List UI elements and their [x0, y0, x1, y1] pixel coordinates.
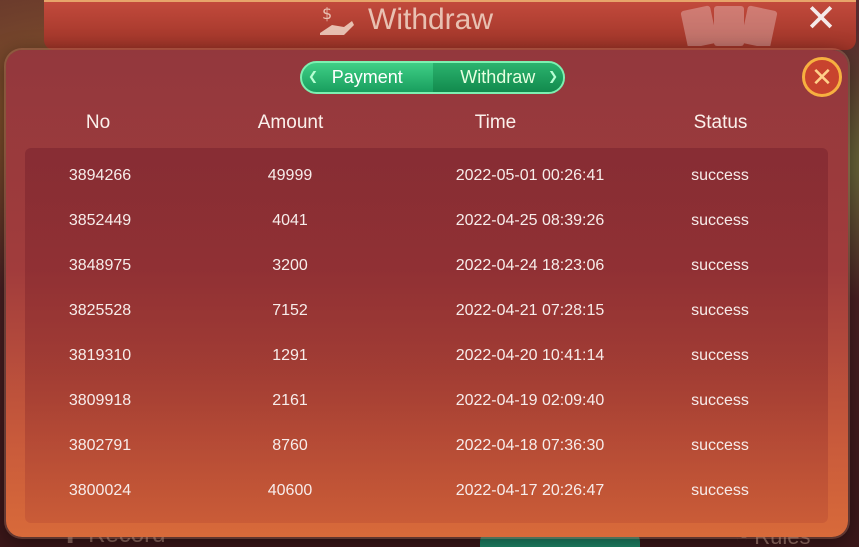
chevron-left-icon: ❮	[308, 69, 319, 83]
cell-status: success	[691, 392, 749, 409]
cell-no: 3825528	[68, 302, 132, 319]
cards-decoration-icon	[674, 2, 794, 49]
svg-text:$: $	[322, 4, 332, 23]
cell-time: 2022-04-24 18:23:06	[455, 257, 605, 274]
cell-status: success	[691, 257, 749, 274]
cell-status: success	[691, 302, 749, 319]
column-header-status: Status	[693, 112, 748, 133]
cell-no: 3802791	[68, 437, 132, 454]
close-circle-icon[interactable]: ✕	[802, 57, 842, 97]
cell-status: success	[691, 167, 749, 184]
cell-amount: 2161	[272, 392, 308, 409]
table-row: 3894266 49999 2022-05-01 00:26:41 succes…	[25, 153, 828, 198]
table-header: No Amount Time Status	[28, 112, 828, 142]
cell-status: success	[691, 347, 749, 364]
cell-amount: 8760	[272, 437, 308, 454]
cell-no: 3819310	[68, 347, 132, 364]
cell-amount: 3200	[272, 257, 308, 274]
cell-status: success	[691, 212, 749, 229]
background-title: $ Withdraw	[318, 0, 493, 40]
cell-amount: 40600	[267, 482, 313, 499]
tab-switch: Payment Withdraw	[300, 61, 565, 94]
table-row: 3802791 8760 2022-04-18 07:36:30 success	[25, 423, 828, 468]
cell-no: 3809918	[68, 392, 132, 409]
cell-time: 2022-04-19 02:09:40	[455, 392, 605, 409]
records-table[interactable]: 3894266 49999 2022-05-01 00:26:41 succes…	[25, 148, 828, 523]
background-title-text: Withdraw	[368, 3, 494, 36]
cell-no: 3800024	[68, 482, 132, 499]
close-x-icon[interactable]: ✕	[800, 0, 842, 40]
cell-time: 2022-04-17 20:26:47	[455, 482, 605, 499]
cell-no: 3894266	[68, 167, 132, 184]
column-header-amount: Amount	[257, 112, 324, 133]
cell-amount: 4041	[272, 212, 308, 229]
cell-no: 3848975	[68, 257, 132, 274]
table-row: 3809918 2161 2022-04-19 02:09:40 success	[25, 378, 828, 423]
money-hand-icon: $	[318, 3, 356, 37]
cell-amount: 7152	[272, 302, 308, 319]
tab-withdraw[interactable]: Withdraw	[432, 63, 563, 92]
table-row: 3800024 40600 2022-04-17 20:26:47 succes…	[25, 468, 828, 513]
cell-amount: 49999	[267, 167, 313, 184]
cell-amount: 1291	[272, 347, 308, 364]
tab-payment[interactable]: Payment	[302, 63, 433, 92]
table-row: 3825528 7152 2022-04-21 07:28:15 success	[25, 288, 828, 333]
table-row: 3819310 1291 2022-04-20 10:41:14 success	[25, 333, 828, 378]
cell-no: 3852449	[68, 212, 132, 229]
cell-status: success	[691, 437, 749, 454]
table-row: 3852449 4041 2022-04-25 08:39:26 success	[25, 198, 828, 243]
cell-time: 2022-04-21 07:28:15	[455, 302, 605, 319]
column-header-time: Time	[474, 112, 517, 133]
cell-time: 2022-04-20 10:41:14	[455, 347, 605, 364]
cell-time: 2022-04-18 07:36:30	[455, 437, 605, 454]
cell-time: 2022-04-25 08:39:26	[455, 212, 605, 229]
chevron-right-icon: ❯	[548, 69, 559, 83]
column-header-no: No	[85, 112, 111, 133]
table-row: 3848975 3200 2022-04-24 18:23:06 success	[25, 243, 828, 288]
cell-time: 2022-05-01 00:26:41	[455, 167, 605, 184]
cell-status: success	[691, 482, 749, 499]
